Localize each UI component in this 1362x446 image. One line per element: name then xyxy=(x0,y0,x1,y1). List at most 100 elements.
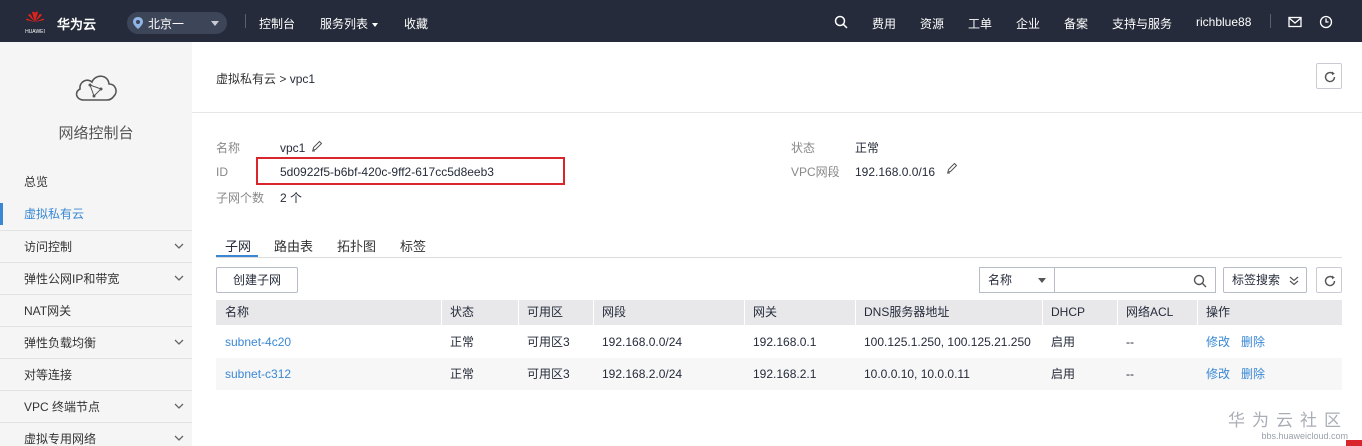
edit-cidr-pencil-icon[interactable] xyxy=(946,162,958,174)
sidebar-item-eip[interactable]: 弹性公网IP和带宽 xyxy=(0,262,192,294)
user-name[interactable]: richblue88 xyxy=(1196,15,1251,29)
name-label: 名称 xyxy=(216,141,241,155)
column-header-status: 状态 xyxy=(450,305,475,319)
chevron-down-icon xyxy=(174,435,184,441)
modify-link[interactable]: 修改 xyxy=(1197,326,1230,358)
chevron-down-icon xyxy=(174,275,184,281)
column-header-actions: 操作 xyxy=(1206,305,1231,319)
tab-route-tables[interactable]: 路由表 xyxy=(274,236,313,255)
sidebar-item-nat[interactable]: NAT网关 xyxy=(0,294,192,326)
search-icon[interactable] xyxy=(1193,274,1207,288)
search-icon[interactable] xyxy=(834,15,848,29)
column-header-dhcp: DHCP xyxy=(1051,305,1086,319)
sidebar-item-label: 虚拟专用网络 xyxy=(24,432,97,446)
tag-search-label: 标签搜索 xyxy=(1232,273,1281,287)
column-header-dns: DNS服务器地址 xyxy=(864,305,950,319)
nav-support[interactable]: 支持与服务 xyxy=(1112,15,1172,32)
nav-resources[interactable]: 资源 xyxy=(920,15,944,32)
chevron-down-icon xyxy=(174,243,184,249)
breadcrumb: 虚拟私有云 > vpc1 xyxy=(216,70,315,87)
subnet-dhcp: 启用 xyxy=(1051,335,1076,349)
delete-link[interactable]: 删除 xyxy=(1232,358,1265,390)
subnet-count-label: 子网个数 xyxy=(216,191,265,205)
edit-name-pencil-icon[interactable] xyxy=(311,140,323,152)
huawei-logo-icon[interactable]: HUAWEI xyxy=(22,9,48,35)
mail-icon[interactable] xyxy=(1288,15,1302,29)
divider xyxy=(245,14,246,28)
chevron-down-icon xyxy=(174,339,184,345)
refresh-icon xyxy=(1324,275,1336,287)
sidebar-item-overview[interactable]: 总览 xyxy=(0,166,192,198)
header-divider xyxy=(192,112,1362,113)
clock-icon[interactable] xyxy=(1319,15,1333,29)
sidebar-item-elb[interactable]: 弹性负载均衡 xyxy=(0,326,192,358)
subnet-status: 正常 xyxy=(450,367,475,381)
sidebar-title: 网络控制台 xyxy=(58,125,134,142)
delete-link[interactable]: 删除 xyxy=(1232,326,1265,358)
sidebar-item-peering[interactable]: 对等连接 xyxy=(0,358,192,390)
modify-link[interactable]: 修改 xyxy=(1197,358,1230,390)
watermark-url: bbs.huaweicloud.com xyxy=(1261,431,1348,441)
nav-fees[interactable]: 费用 xyxy=(872,15,896,32)
sidebar-item-label: 弹性负载均衡 xyxy=(24,336,97,350)
nav-service-list-label: 服务列表 xyxy=(320,17,369,31)
top-navigation-bar: HUAWEI 华为云 北京一 控制台 服务列表 收藏 费用 资源 工单 企业 备… xyxy=(0,0,1362,42)
brand-title[interactable]: 华为云 xyxy=(57,14,96,33)
column-header-az: 可用区 xyxy=(527,305,564,319)
tab-tags[interactable]: 标签 xyxy=(400,236,426,255)
tab-subnets[interactable]: 子网 xyxy=(225,236,251,255)
vpc-cidr-label: VPC网段 xyxy=(791,165,840,179)
watermark: 华为云社区 bbs.huaweicloud.com xyxy=(1228,406,1348,441)
nav-filing[interactable]: 备案 xyxy=(1064,15,1088,32)
sidebar-item-vpcep[interactable]: VPC 终端节点 xyxy=(0,390,192,422)
tab-topology[interactable]: 拓扑图 xyxy=(337,236,376,255)
vpc-cidr-value: 192.168.0.0/16 xyxy=(855,165,936,179)
subnet-acl: -- xyxy=(1126,367,1134,381)
subnet-cidr: 192.168.2.0/24 xyxy=(602,367,683,381)
caret-down-icon xyxy=(372,22,379,27)
table-refresh-button[interactable] xyxy=(1316,267,1342,293)
column-header-name: 名称 xyxy=(225,305,250,319)
subnet-status: 正常 xyxy=(450,335,475,349)
name-value: vpc1 xyxy=(280,141,306,155)
filter-field-select[interactable]: 名称 xyxy=(979,267,1055,293)
search-input[interactable] xyxy=(1054,267,1216,293)
table-row: subnet-c312 正常 可用区3 192.168.2.0/24 192.1… xyxy=(216,358,1342,390)
sidebar-item-vpn[interactable]: 虚拟专用网络 xyxy=(0,422,192,446)
subnet-az: 可用区3 xyxy=(527,367,570,381)
page-refresh-button[interactable] xyxy=(1316,63,1342,89)
nav-favorites[interactable]: 收藏 xyxy=(404,15,428,32)
location-pin-icon xyxy=(133,17,143,29)
subnet-az: 可用区3 xyxy=(527,335,570,349)
chevron-down-icon xyxy=(1038,278,1046,283)
subnet-gateway: 192.168.0.1 xyxy=(753,335,817,349)
subnet-dns: 100.125.1.250, 100.125.21.250 xyxy=(864,335,1031,349)
subnet-cidr: 192.168.0.0/24 xyxy=(602,335,683,349)
status-label: 状态 xyxy=(791,141,816,155)
subnet-name-link[interactable]: subnet-4c20 xyxy=(216,326,291,358)
subnet-dns: 10.0.0.10, 10.0.0.11 xyxy=(864,367,970,381)
nav-enterprise[interactable]: 企业 xyxy=(1016,15,1040,32)
id-highlight-box xyxy=(256,157,565,185)
create-subnet-button[interactable]: 创建子网 xyxy=(216,267,298,293)
sidebar-item-label: 弹性公网IP和带宽 xyxy=(24,272,120,286)
sidebar-item-vpc[interactable]: 虚拟私有云 xyxy=(0,198,192,230)
region-selector[interactable]: 北京一 xyxy=(127,12,227,34)
watermark-title: 华为云社区 xyxy=(1228,411,1348,430)
subnet-count-value: 2 个 xyxy=(280,191,303,205)
sidebar-item-label: NAT网关 xyxy=(24,304,72,318)
filter-field-value: 名称 xyxy=(988,273,1013,287)
nav-console[interactable]: 控制台 xyxy=(259,15,295,32)
tag-search-button[interactable]: 标签搜索 xyxy=(1223,267,1307,293)
id-label: ID xyxy=(216,165,228,179)
sidebar: 网络控制台 总览 虚拟私有云 访问控制 弹性公网IP和带宽 NAT网关 弹性负载… xyxy=(0,42,192,446)
nav-tickets[interactable]: 工单 xyxy=(968,15,992,32)
sidebar-item-access-control[interactable]: 访问控制 xyxy=(0,230,192,262)
subnet-gateway: 192.168.2.1 xyxy=(753,367,817,381)
subnet-name-link[interactable]: subnet-c312 xyxy=(216,358,291,390)
column-header-cidr: 网段 xyxy=(602,305,627,319)
breadcrumb-parent[interactable]: 虚拟私有云 xyxy=(216,72,276,86)
corner-badge xyxy=(1346,440,1362,446)
nav-service-list[interactable]: 服务列表 xyxy=(320,15,379,32)
tabs-divider xyxy=(216,257,1342,258)
